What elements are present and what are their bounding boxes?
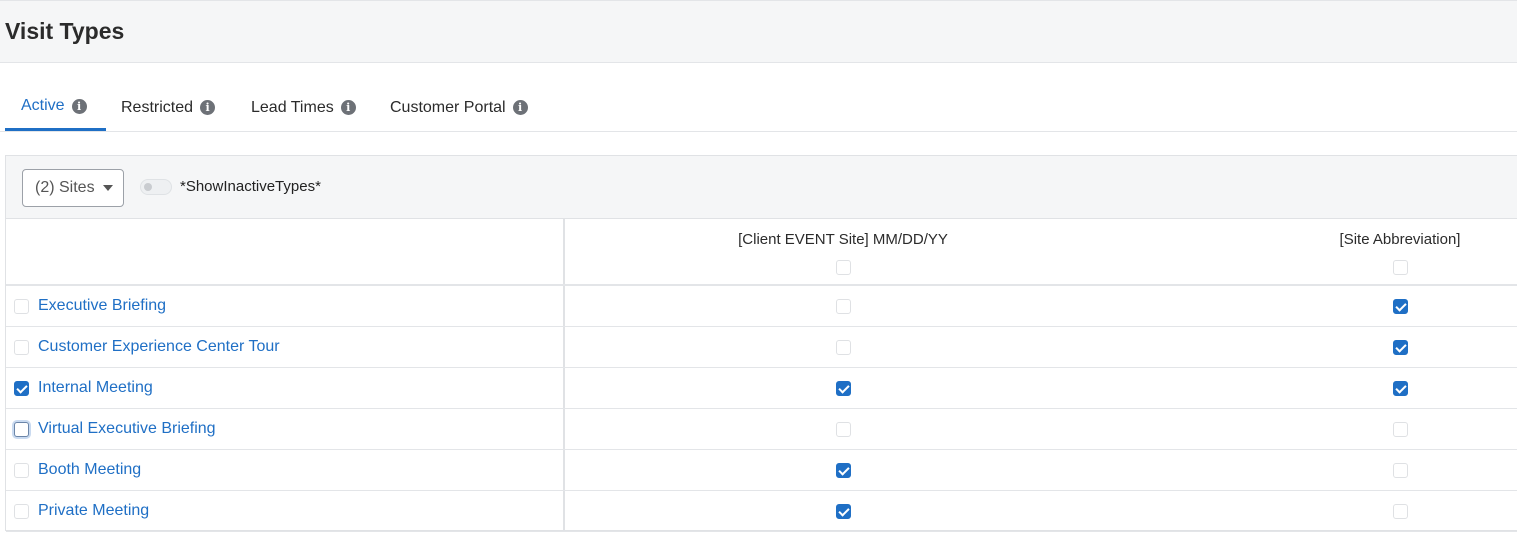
row-select-checkbox[interactable] <box>14 340 29 355</box>
site-checkbox[interactable] <box>836 299 851 314</box>
info-icon[interactable]: i <box>340 100 356 115</box>
row-select-checkbox[interactable] <box>14 422 29 437</box>
table-row: Private Meeting <box>6 491 1517 532</box>
tab-restricted-label: Restricted <box>121 98 194 116</box>
sites-dropdown-label: (2) Sites <box>35 179 95 196</box>
select-all-checkbox[interactable] <box>1393 260 1408 275</box>
column-header-client-event-site: [Client EVENT Site] MM/DD/YY <box>738 231 948 248</box>
caret-down-icon <box>102 185 113 191</box>
tab-active-label: Active <box>21 97 65 114</box>
site-checkbox[interactable] <box>1393 463 1408 478</box>
info-icon[interactable]: i <box>200 100 216 115</box>
site-checkbox[interactable] <box>836 504 851 519</box>
row-select-checkbox[interactable] <box>14 504 29 519</box>
table-row: Virtual Executive Briefing <box>6 409 1517 450</box>
column-header-site-abbreviation: [Site Abbreviation] <box>1339 231 1461 248</box>
tab-lead-times-label: Lead Times <box>251 98 334 116</box>
tab-customer-portal-label: Customer Portal <box>390 98 506 116</box>
site-checkbox[interactable] <box>836 463 851 478</box>
tab-customer-portal[interactable]: Customer Portal i <box>374 84 528 131</box>
page-header: Visit Types <box>0 0 1517 63</box>
visit-types-panel: (2) Sites *ShowInactiveTypes* [Client EV… <box>5 155 1517 532</box>
site-checkbox[interactable] <box>1393 340 1408 355</box>
select-all-checkbox[interactable] <box>836 260 851 275</box>
tab-restricted[interactable]: Restricted i <box>105 84 216 131</box>
site-checkbox[interactable] <box>836 381 851 396</box>
visit-type-link[interactable]: Booth Meeting <box>38 461 141 479</box>
table-row: Executive Briefing <box>6 286 1517 327</box>
sites-dropdown[interactable]: (2) Sites <box>22 169 124 207</box>
tab-lead-times[interactable]: Lead Times i <box>235 84 356 131</box>
row-select-checkbox[interactable] <box>14 299 29 314</box>
toggle-knob <box>144 183 152 191</box>
toolbar: (2) Sites *ShowInactiveTypes* <box>6 156 1517 219</box>
visit-type-link[interactable]: Internal Meeting <box>38 379 153 397</box>
site-checkbox[interactable] <box>1393 422 1408 437</box>
info-icon[interactable]: i <box>512 100 528 115</box>
info-icon[interactable]: i <box>71 98 87 114</box>
site-checkbox[interactable] <box>836 340 851 355</box>
site-checkbox[interactable] <box>1393 504 1408 519</box>
table-row: Booth Meeting <box>6 450 1517 491</box>
visit-type-link[interactable]: Executive Briefing <box>38 297 166 315</box>
page-title: Visit Types <box>5 18 125 44</box>
visit-type-link[interactable]: Virtual Executive Briefing <box>38 420 216 438</box>
show-inactive-label: *ShowInactiveTypes* <box>180 178 321 195</box>
row-select-checkbox[interactable] <box>14 381 29 396</box>
tab-bar: Active i Restricted i Lead Times i Custo… <box>0 84 1517 132</box>
site-checkbox[interactable] <box>1393 381 1408 396</box>
table-row: Internal Meeting <box>6 368 1517 409</box>
row-select-checkbox[interactable] <box>14 463 29 478</box>
visit-type-link[interactable]: Customer Experience Center Tour <box>38 338 280 356</box>
site-checkbox[interactable] <box>836 422 851 437</box>
tab-active[interactable]: Active i <box>5 84 106 131</box>
visit-type-link[interactable]: Private Meeting <box>38 502 149 520</box>
table-row: Customer Experience Center Tour <box>6 327 1517 368</box>
show-inactive-toggle[interactable] <box>140 179 172 195</box>
site-checkbox[interactable] <box>1393 299 1408 314</box>
